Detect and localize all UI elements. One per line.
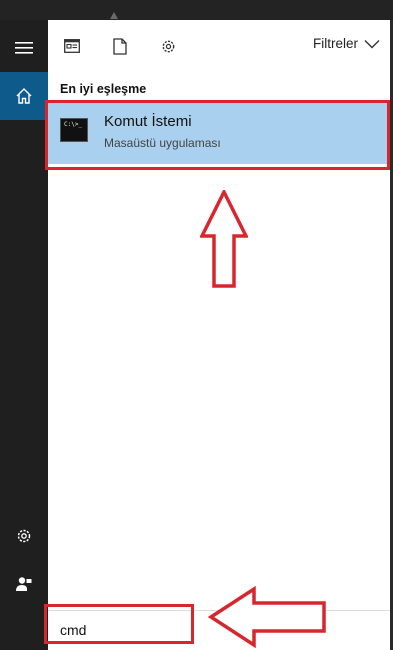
hamburger-menu-button[interactable] xyxy=(0,24,48,72)
hamburger-menu-icon xyxy=(15,42,33,54)
search-toolbar: Filtreler xyxy=(48,20,390,72)
settings-button[interactable] xyxy=(0,512,48,560)
user-icon xyxy=(16,577,32,591)
user-account-button[interactable] xyxy=(0,560,48,608)
documents-filter-button[interactable] xyxy=(106,32,134,60)
taskbar-glyph-icon xyxy=(110,12,118,19)
up-arrow-annotation xyxy=(200,190,248,288)
home-button[interactable] xyxy=(0,72,48,120)
best-match-heading: En iyi eşleşme xyxy=(60,82,147,96)
filters-label: Filtreler xyxy=(312,36,358,51)
home-icon xyxy=(16,88,32,104)
settings-filter-button[interactable] xyxy=(154,32,182,60)
filters-dropdown[interactable]: Filtreler xyxy=(313,36,380,51)
result-highlight-box xyxy=(45,100,390,170)
search-highlight-box xyxy=(44,604,194,644)
gear-icon xyxy=(162,40,174,52)
start-sidebar xyxy=(0,20,48,650)
left-arrow-annotation xyxy=(208,586,326,648)
apps-filter-button[interactable] xyxy=(58,32,86,60)
chevron-down-icon xyxy=(364,39,380,48)
gear-icon xyxy=(17,529,31,543)
document-card-icon xyxy=(64,39,80,53)
document-icon xyxy=(113,37,127,55)
window-top-bar xyxy=(0,0,393,20)
